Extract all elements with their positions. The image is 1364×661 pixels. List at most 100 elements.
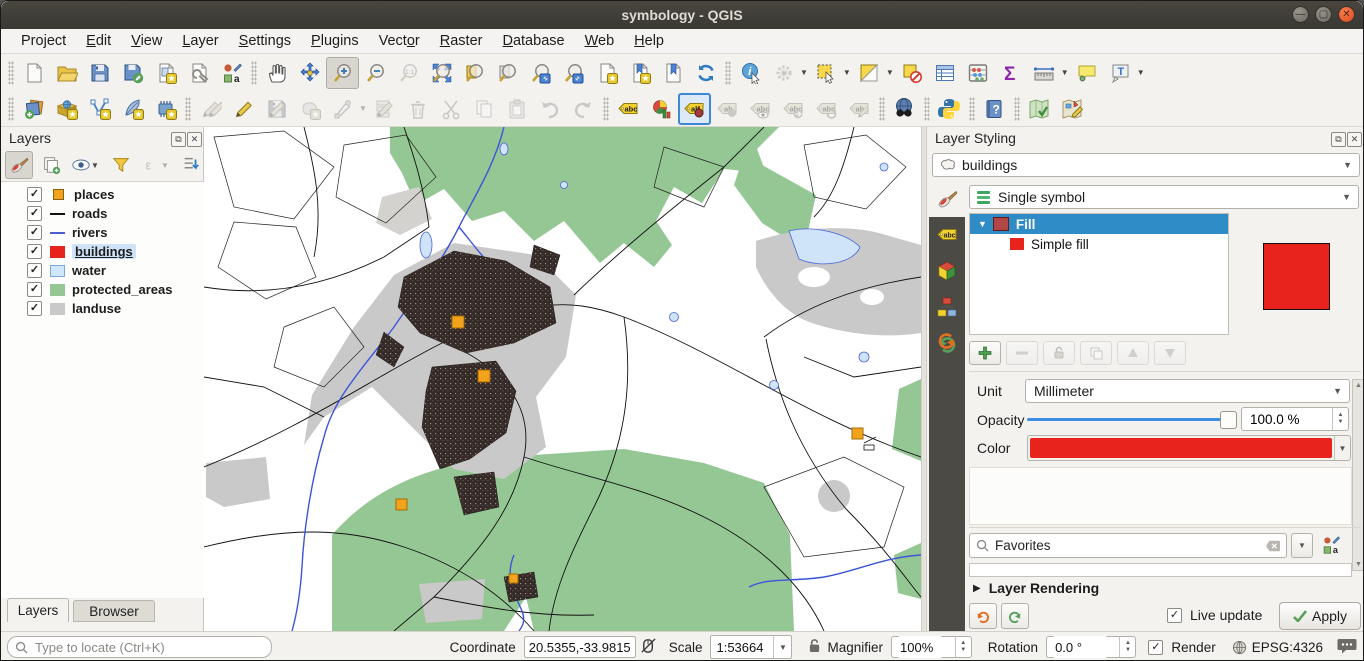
open-project-button[interactable] — [50, 57, 83, 89]
select-dropdown-arrow[interactable]: ▼ — [843, 68, 851, 77]
lock-symbol-layer-button[interactable] — [1043, 341, 1075, 365]
layout-manager-button[interactable] — [182, 57, 215, 89]
menu-raster[interactable]: Raster — [430, 31, 493, 51]
deselect-all-button[interactable] — [896, 57, 929, 89]
spinner-arrows[interactable]: ▲▼ — [955, 637, 971, 657]
menu-layer[interactable]: Layer — [172, 31, 228, 51]
advanced-digitizing-button[interactable] — [326, 93, 359, 125]
layer-row-roads[interactable]: ✓ roads — [1, 204, 204, 223]
live-update-checkbox[interactable]: ✓ — [1167, 608, 1182, 623]
magnifier-lock-icon[interactable] — [808, 638, 821, 656]
styling-panel-close-button[interactable]: ✕ — [1347, 132, 1362, 147]
expand-collapse-tree-button[interactable] — [177, 151, 205, 179]
tab-browser[interactable]: Browser — [73, 600, 155, 622]
rotation-input[interactable] — [1053, 636, 1107, 658]
scale-dropdown-arrow[interactable]: ▼ — [773, 636, 791, 658]
filter-by-expression-button[interactable]: ε▼ — [139, 151, 173, 179]
rotation-spinbox[interactable]: ▲▼ — [1046, 636, 1136, 658]
color-button[interactable]: ▼ — [1027, 435, 1351, 461]
zoom-native-button[interactable]: 1:1 — [392, 57, 425, 89]
pan-map-button[interactable] — [260, 57, 293, 89]
styling-scrollbar[interactable]: ▲▼ — [1352, 379, 1364, 571]
move-down-button[interactable] — [1154, 341, 1186, 365]
renderer-selector[interactable]: Single symbol ▼ — [969, 185, 1359, 209]
plugin-quickmap-button[interactable] — [1023, 93, 1056, 125]
measure-dropdown-arrow[interactable]: ▼ — [1061, 68, 1069, 77]
help-button[interactable]: ? — [978, 93, 1011, 125]
menu-project[interactable]: Project — [11, 31, 76, 51]
toolbar-grip[interactable] — [1014, 97, 1020, 121]
select-value-dropdown-arrow[interactable]: ▼ — [886, 68, 894, 77]
apply-button[interactable]: Apply — [1279, 602, 1361, 630]
map-canvas[interactable] — [204, 127, 921, 631]
search-filter-dropdown[interactable]: ▼ — [1291, 533, 1313, 558]
scroll-up-icon[interactable]: ▲ — [1355, 382, 1362, 389]
layer-checkbox[interactable]: ✓ — [27, 282, 42, 297]
show-hide-labels-button[interactable]: abc — [744, 93, 777, 125]
run-feature-action-button[interactable] — [767, 57, 800, 89]
tab-diagrams[interactable] — [929, 289, 965, 325]
new-spatialite-layer-button[interactable] — [116, 93, 149, 125]
toggle-extents-icon[interactable] — [640, 637, 657, 657]
scroll-down-icon[interactable]: ▼ — [1355, 561, 1362, 568]
new-shapefile-layer-button[interactable] — [83, 93, 116, 125]
crs-status[interactable]: EPSG:4326 — [1232, 640, 1323, 655]
toolbar-grip[interactable] — [251, 61, 257, 85]
styling-layer-selector[interactable]: buildings ▼ — [932, 153, 1360, 177]
opacity-spinbox[interactable]: 100.0 % ▲▼ — [1241, 407, 1349, 431]
menu-help[interactable]: Help — [624, 31, 674, 51]
menu-settings[interactable]: Settings — [229, 31, 301, 51]
refresh-button[interactable] — [689, 57, 722, 89]
save-layer-edits-button[interactable] — [260, 93, 293, 125]
layer-row-buildings[interactable]: ✓ buildings — [1, 242, 204, 261]
layer-row-water[interactable]: ✓ water — [1, 261, 204, 280]
modify-attributes-button[interactable] — [369, 93, 402, 125]
advanced-digitizing-dropdown-arrow[interactable]: ▼ — [359, 104, 367, 113]
expand-arrow-icon[interactable]: ▼ — [978, 219, 987, 229]
duplicate-symbol-layer-button[interactable] — [1080, 341, 1112, 365]
toolbar-grip[interactable] — [879, 97, 885, 121]
menu-web[interactable]: Web — [575, 31, 625, 51]
minimize-button[interactable]: — — [1292, 6, 1309, 23]
new-bookmark-button[interactable] — [590, 57, 623, 89]
zoom-next-button[interactable] — [557, 57, 590, 89]
map-tips-button[interactable] — [1071, 57, 1104, 89]
cut-features-button[interactable] — [435, 93, 468, 125]
field-calculator-button[interactable] — [962, 57, 995, 89]
layers-panel-close-button[interactable]: ✕ — [187, 132, 202, 147]
layer-diagram-button[interactable] — [645, 93, 678, 125]
redo-button[interactable] — [567, 93, 600, 125]
current-edits-button[interactable] — [194, 93, 227, 125]
zoom-to-selection-button[interactable] — [458, 57, 491, 89]
move-up-button[interactable] — [1117, 341, 1149, 365]
unit-selector[interactable]: Millimeter ▼ — [1025, 379, 1350, 403]
layer-checkbox[interactable]: ✓ — [27, 263, 42, 278]
copy-features-button[interactable] — [468, 93, 501, 125]
slider-handle[interactable] — [1220, 411, 1237, 429]
data-source-manager-button[interactable] — [17, 93, 50, 125]
spinner-arrows[interactable]: ▲▼ — [1332, 408, 1348, 430]
statistical-summary-button[interactable]: Σ — [995, 57, 1028, 89]
spinner-arrows[interactable]: ▲▼ — [1119, 637, 1135, 657]
color-dropdown-arrow[interactable]: ▼ — [1334, 436, 1350, 460]
change-label-button[interactable]: abc — [843, 93, 876, 125]
zoom-full-button[interactable] — [425, 57, 458, 89]
render-checkbox[interactable]: ✓ — [1148, 640, 1163, 655]
toolbar-grip[interactable] — [924, 97, 930, 121]
toolbar-grip[interactable] — [603, 97, 609, 121]
magnifier-input[interactable] — [898, 636, 942, 658]
delete-selected-button[interactable] — [402, 93, 435, 125]
live-update-control[interactable]: ✓ Live update — [1167, 607, 1262, 623]
plugin-digitize-button[interactable] — [1056, 93, 1089, 125]
bookmark-manager-button[interactable] — [656, 57, 689, 89]
new-virtual-layer-button[interactable] — [149, 93, 182, 125]
layer-row-protected-areas[interactable]: ✓ protected_areas — [1, 280, 204, 299]
tab-layers[interactable]: Layers — [7, 598, 69, 622]
tab-3d-view[interactable] — [929, 253, 965, 289]
toolbar-grip[interactable] — [8, 97, 14, 121]
symbol-search-box[interactable]: Favorites — [969, 533, 1287, 558]
menu-vector[interactable]: Vector — [369, 31, 430, 51]
tab-labels[interactable]: abc — [929, 217, 965, 253]
menu-database[interactable]: Database — [492, 31, 574, 51]
locator-box[interactable] — [7, 636, 272, 658]
